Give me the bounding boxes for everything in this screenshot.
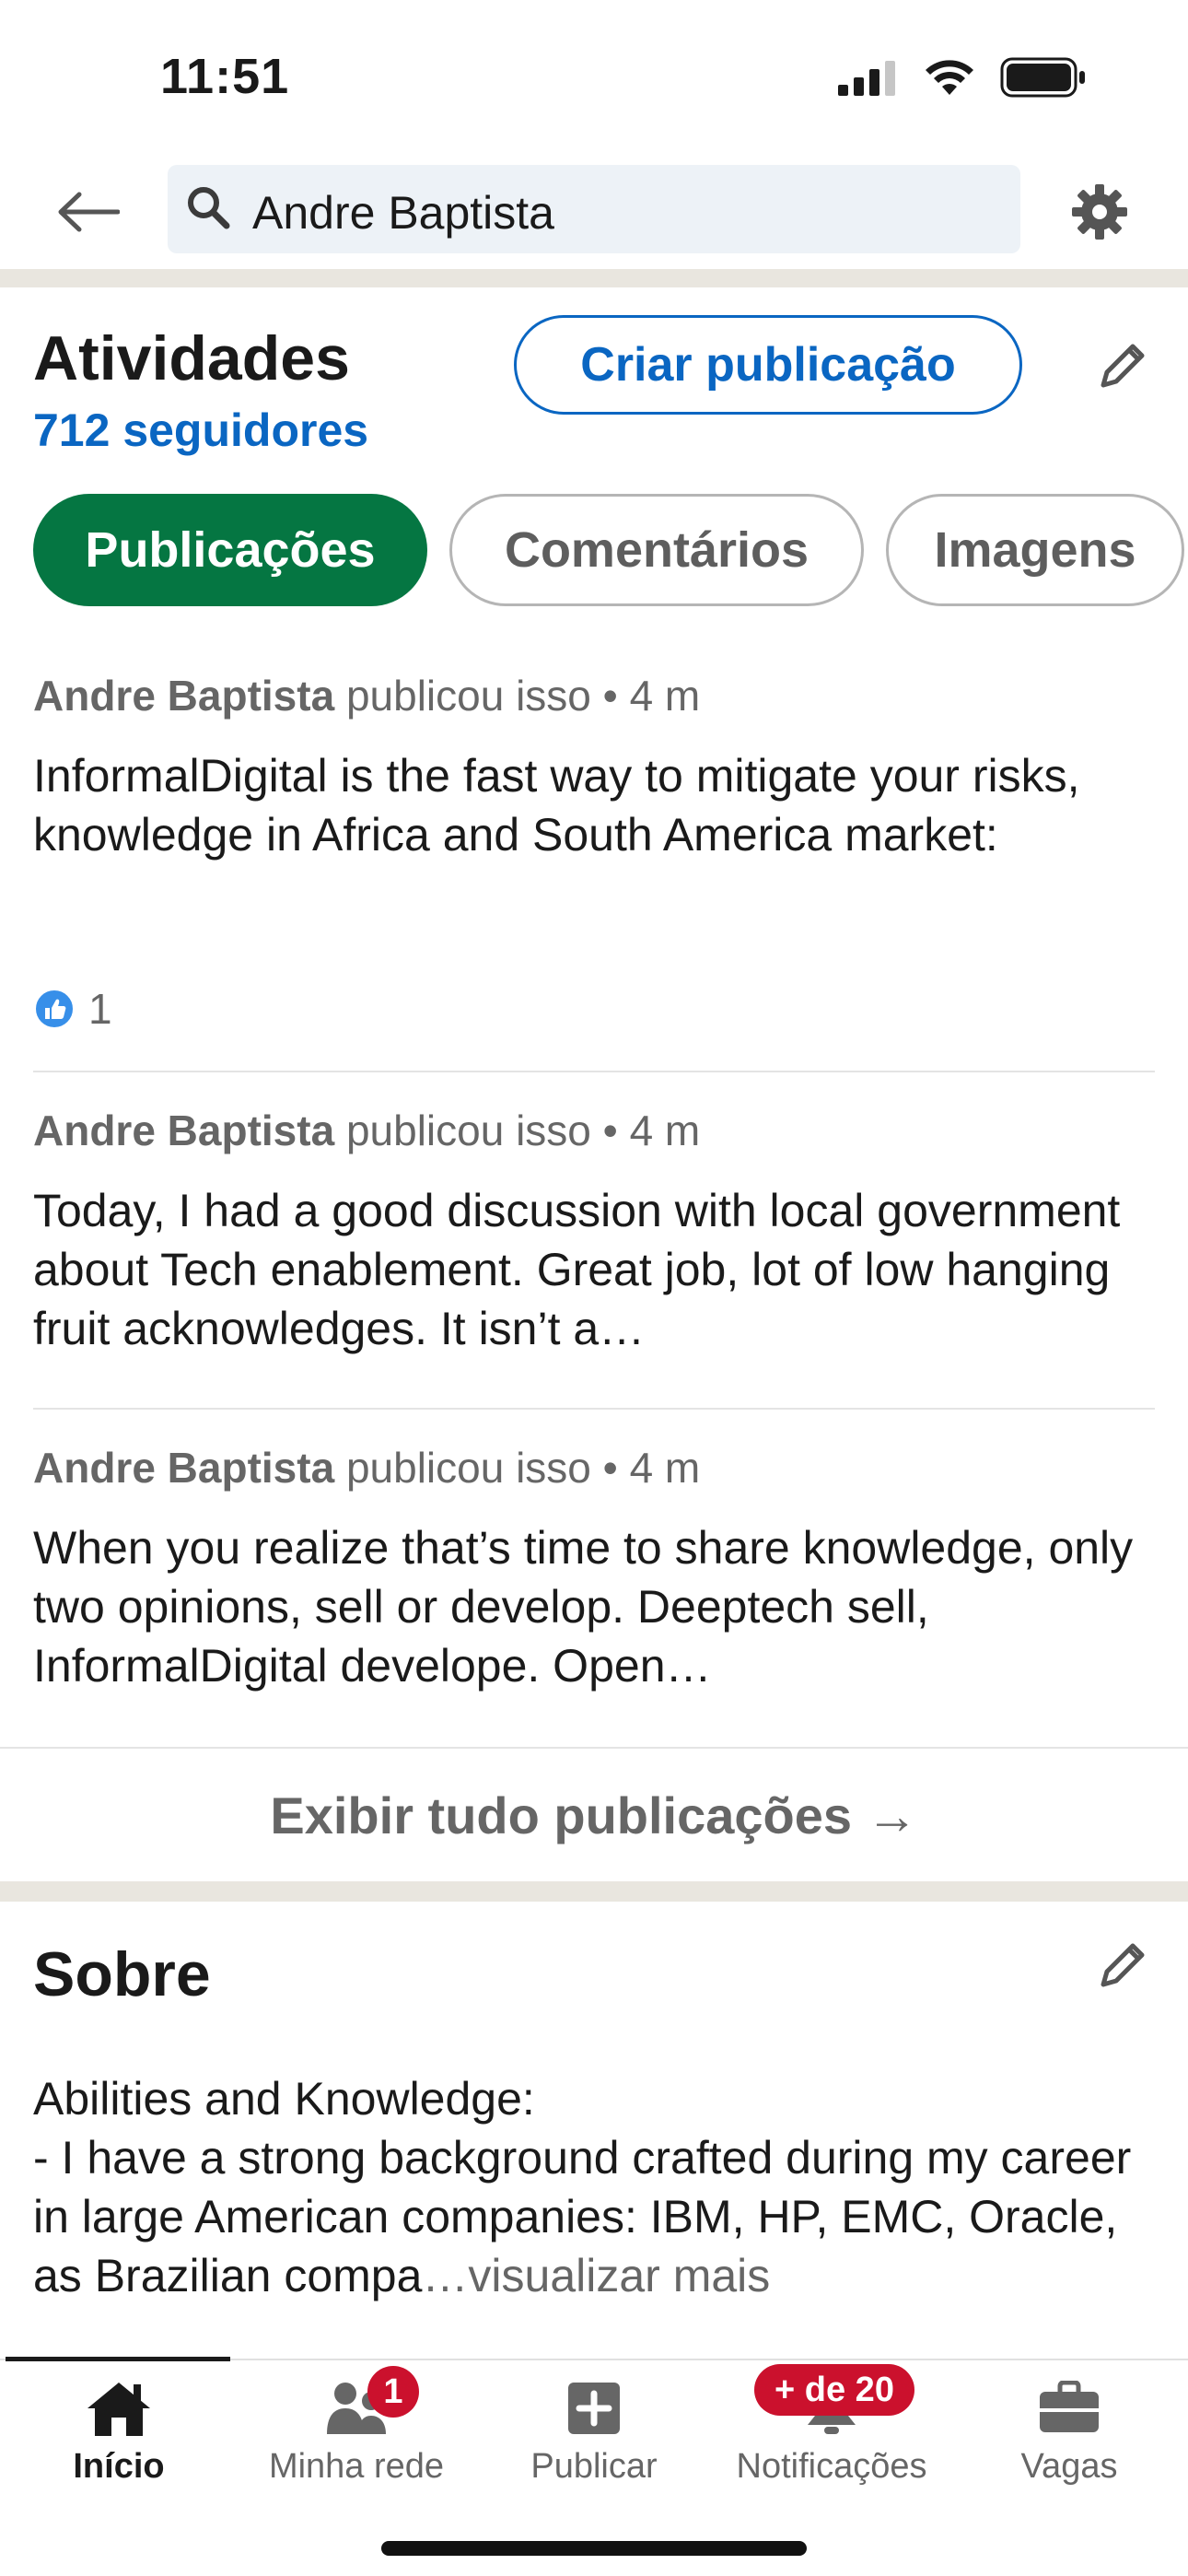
about-text: Abilities and Knowledge: - I have a stro… [33,2069,1166,2305]
settings-button[interactable] [1061,173,1138,251]
briefcase-icon [1040,2381,1099,2432]
cellular-signal-icon [838,61,895,96]
post-text: InformalDigital is the fast way to mitig… [33,750,1080,861]
nav-label: Vagas [1020,2447,1118,2486]
nav-label: Publicar [530,2447,658,2486]
post-divider [33,1408,1155,1410]
nav-notifications[interactable]: + de 20 Notificações [713,2360,950,2499]
post-meta: Andre Baptista publicou isso • 4 m [33,671,1155,720]
back-button[interactable] [50,173,127,251]
post-divider [33,1071,1155,1072]
home-icon [87,2383,150,2436]
like-reaction-icon [34,989,75,1029]
post-plus-icon [568,2383,620,2434]
nav-label: Minha rede [268,2447,445,2486]
home-indicator [381,2541,807,2556]
status-time: 11:51 [160,49,290,104]
nav-label: Início [73,2447,165,2486]
battery-icon [1000,57,1085,98]
about-title: Sobre [33,1939,211,2009]
search-header: Andre Baptista [0,157,1188,269]
create-post-button[interactable]: Criar publicação [514,315,1022,415]
section-divider [0,269,1188,287]
tab-publicacoes[interactable]: Publicações [33,494,427,606]
back-arrow-icon [58,192,120,232]
status-bar: 11:51 [0,0,1188,157]
post-author[interactable]: Andre Baptista [33,1444,334,1492]
section-divider-line [0,1747,1188,1749]
dot-separator: • [602,672,618,720]
post-action: publicou isso [345,672,591,720]
nav-label: Notificações [736,2447,927,2486]
dot-separator: • [602,1107,618,1154]
post-meta: Andre Baptista publicou isso • 4 m [33,1106,1155,1155]
nav-home[interactable]: Início [0,2360,238,2499]
post-time: 4 m [629,1444,701,1492]
post-author[interactable]: Andre Baptista [33,1107,334,1154]
post-text: Today, I had a good discussion with loca… [33,1185,1121,1354]
search-input[interactable]: Andre Baptista [168,165,1020,253]
post-action: publicou isso [345,1107,591,1154]
nav-jobs[interactable]: Vagas [950,2360,1188,2499]
post-meta: Andre Baptista publicou isso • 4 m [33,1443,1155,1493]
post-item[interactable]: Andre Baptista publicou isso • 4 m When … [33,1443,1155,1695]
post-item[interactable]: Andre Baptista publicou isso • 4 m Today… [33,1106,1155,1358]
post-action: publicou isso [345,1444,591,1492]
reaction-number: 1 [88,985,112,1033]
post-time: 4 m [629,672,701,720]
edit-about-button[interactable] [1083,1927,1160,2005]
pencil-icon [1101,344,1145,388]
nav-my-network[interactable]: 1 Minha rede [238,2360,475,2499]
post-time: 4 m [629,1107,701,1154]
reaction-count[interactable]: 1 [33,984,112,1034]
post-text: When you realize that’s time to share kn… [33,1522,1134,1692]
pencil-icon [1101,1943,1145,1987]
notification-badge: + de 20 [754,2364,914,2416]
show-all-posts-link[interactable]: Exibir tudo publicações → [0,1751,1188,1879]
tab-comentarios[interactable]: Comentários [449,494,864,606]
dot-separator: • [602,1444,618,1492]
see-more-link[interactable]: …visualizar mais [422,2250,770,2301]
edit-activities-button[interactable] [1083,328,1160,405]
section-divider [0,1881,1188,1902]
activities-title: Atividades [33,323,350,393]
post-item[interactable]: Andre Baptista publicou isso • 4 m Infor… [33,671,1155,864]
nav-post[interactable]: Publicar [475,2360,713,2499]
post-author[interactable]: Andre Baptista [33,672,334,720]
notification-badge: 1 [367,2366,419,2418]
gear-icon [1072,184,1127,240]
search-query-text: Andre Baptista [252,187,554,239]
search-icon [188,187,230,229]
followers-count[interactable]: 712 seguidores [33,404,368,457]
tab-imagens[interactable]: Imagens [886,494,1184,606]
wifi-icon [926,60,973,95]
